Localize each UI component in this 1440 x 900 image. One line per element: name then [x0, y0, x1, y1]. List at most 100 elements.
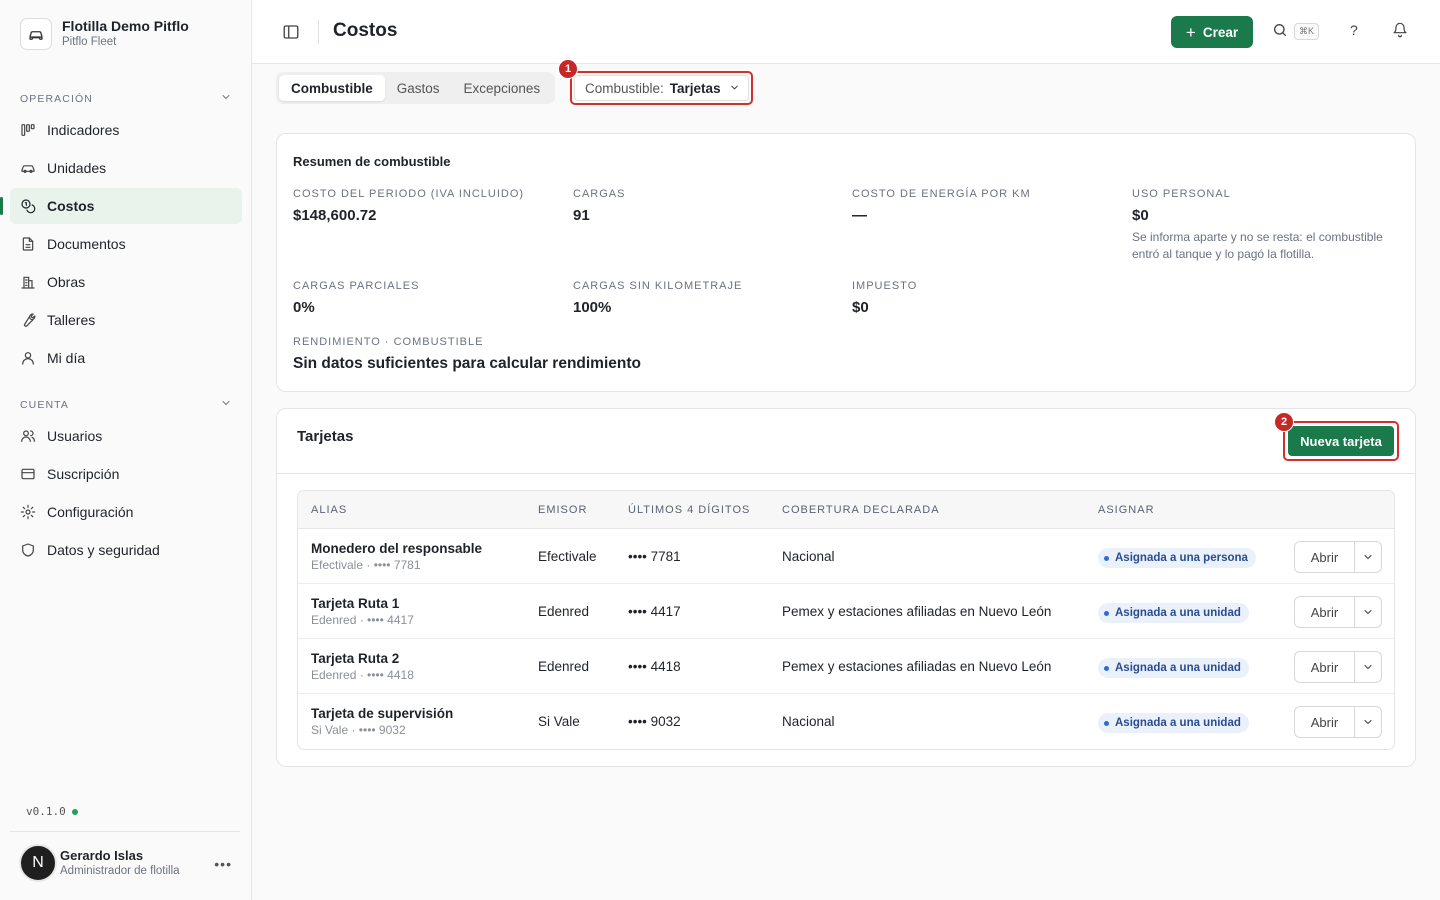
column-header[interactable]: ALIAS — [311, 504, 347, 516]
sidebar-item-indicadores[interactable]: Indicadores — [10, 112, 242, 148]
filter-prefix: Combustible: — [585, 80, 664, 96]
emisor-cell: Si Vale — [538, 714, 580, 729]
column-header[interactable]: COBERTURA DECLARADA — [782, 504, 940, 516]
tab-combustible[interactable]: Combustible — [279, 75, 385, 101]
summary-title: Resumen de combustible — [293, 154, 451, 169]
search-icon — [1272, 22, 1288, 41]
sidebar-item-usuarios[interactable]: Usuarios — [10, 418, 242, 454]
column-header[interactable]: EMISOR — [538, 504, 587, 516]
sidebar-item-documentos[interactable]: Documentos — [10, 226, 242, 262]
digits-cell: •••• 9032 — [628, 714, 681, 729]
open-button[interactable]: Abrir — [1295, 707, 1355, 737]
building-icon — [20, 274, 36, 290]
metric-label: CARGAS PARCIALES — [293, 280, 420, 292]
alias-name: Monedero del responsable — [311, 541, 483, 556]
emisor-cell: Edenred — [538, 604, 590, 619]
metric-impuesto: IMPUESTO $0 — [852, 280, 917, 316]
avatar: N — [19, 844, 57, 882]
alias-name: Tarjeta Ruta 1 — [311, 596, 400, 611]
metric-value: 0% — [293, 299, 315, 316]
metric-value: $148,600.72 — [293, 207, 377, 224]
sidebar-toggle-icon[interactable] — [282, 23, 300, 44]
pill-dot — [1104, 555, 1109, 561]
section-cuenta-label: CUENTA — [20, 398, 69, 411]
search-button[interactable]: ⌘K — [1272, 22, 1320, 41]
open-button[interactable]: Abrir — [1295, 597, 1355, 627]
sidebar-item-configuracion[interactable]: Configuración — [10, 494, 242, 530]
user-name: Gerardo Islas — [60, 847, 144, 863]
kanban-icon — [20, 122, 36, 138]
tab-gastos[interactable]: Gastos — [385, 75, 452, 101]
section-operacion[interactable]: OPERACIÓN — [20, 91, 232, 106]
tab-excepciones[interactable]: Excepciones — [452, 75, 553, 101]
column-header[interactable]: ASIGNAR — [1098, 504, 1155, 516]
assignment-label: Asignada a una persona — [1115, 552, 1248, 564]
bell-icon[interactable] — [1392, 22, 1408, 41]
chevron-down-icon[interactable] — [1355, 597, 1381, 627]
metric-cargas-sin-km: CARGAS SIN KILOMETRAJE 100% — [573, 280, 742, 316]
cobertura-cell: Pemex y estaciones afiliadas en Nuevo Le… — [782, 604, 1052, 619]
metric-value: 91 — [573, 207, 590, 224]
sidebar-item-mi-dia[interactable]: Mi día — [10, 340, 242, 376]
fuel-summary-card: Resumen de combustible COSTO DEL PERIODO… — [276, 133, 1416, 392]
metric-cargas: CARGAS 91 — [573, 188, 625, 224]
cobertura-cell: Nacional — [782, 549, 835, 564]
cards-table: ALIAS EMISOR ÚLTIMOS 4 DÍGITOS COBERTURA… — [297, 490, 1395, 750]
top-header: Costos + Crear ⌘K ? — [252, 0, 1440, 64]
sidebar-item-datos-seguridad[interactable]: Datos y seguridad — [10, 532, 242, 568]
new-card-button[interactable]: Nueva tarjeta — [1288, 426, 1394, 456]
sidebar-item-obras[interactable]: Obras — [10, 264, 242, 300]
create-button-label: Crear — [1202, 24, 1239, 40]
credit-card-icon — [20, 466, 36, 482]
metric-costo-energia-km: COSTO DE ENERGÍA POR KM — — [852, 188, 1031, 224]
create-button[interactable]: + Crear — [1171, 16, 1253, 48]
assignment-badge: Asignada a una unidad — [1098, 658, 1249, 678]
sidebar: Flotilla Demo Pitflo Pitflo Fleet OPERAC… — [0, 0, 252, 900]
car-icon — [20, 160, 36, 176]
emisor-cell: Efectivale — [538, 549, 597, 564]
nav-operacion: Indicadores Unidades Costos Documentos O… — [0, 112, 242, 378]
document-icon — [20, 236, 36, 252]
sidebar-item-label: Configuración — [47, 504, 134, 520]
chevron-down-icon[interactable] — [1355, 652, 1381, 682]
cards-title: Tarjetas — [297, 428, 354, 445]
sidebar-item-label: Datos y seguridad — [47, 542, 160, 558]
emisor-cell: Edenred — [538, 659, 590, 674]
sidebar-item-label: Mi día — [47, 350, 86, 366]
open-button[interactable]: Abrir — [1295, 652, 1355, 682]
sidebar-item-suscripcion[interactable]: Suscripción — [10, 456, 242, 492]
user-menu[interactable]: N Gerardo Islas Administrador de flotill… — [10, 831, 240, 882]
search-shortcut: ⌘K — [1294, 23, 1320, 40]
assignment-label: Asignada a una unidad — [1115, 607, 1241, 619]
assignment-label: Asignada a una unidad — [1115, 662, 1241, 674]
sidebar-item-unidades[interactable]: Unidades — [10, 150, 242, 186]
column-header[interactable]: ÚLTIMOS 4 DÍGITOS — [628, 504, 750, 516]
section-operacion-label: OPERACIÓN — [20, 92, 93, 105]
help-icon[interactable]: ? — [1350, 22, 1358, 38]
sidebar-item-label: Usuarios — [47, 428, 103, 444]
sidebar-item-costos[interactable]: Costos — [0, 188, 242, 224]
cobertura-cell: Nacional — [782, 714, 835, 729]
fuel-filter-dropdown[interactable]: Combustible: Tarjetas — [570, 71, 753, 105]
metric-label: COSTO DE ENERGÍA POR KM — [852, 188, 1031, 200]
users-icon — [20, 428, 36, 444]
chevron-down-icon — [220, 397, 232, 412]
open-split-button: Abrir — [1294, 596, 1382, 628]
metric-label: CARGAS SIN KILOMETRAJE — [573, 280, 743, 292]
org-switcher[interactable]: Flotilla Demo Pitflo Pitflo Fleet — [20, 18, 189, 50]
chevron-down-icon[interactable] — [1355, 542, 1381, 572]
sidebar-item-talleres[interactable]: Talleres — [10, 302, 242, 338]
header-divider — [318, 20, 319, 44]
metric-label: COSTO DEL PERIODO (IVA INCLUIDO) — [293, 188, 525, 200]
alias-cell: Tarjeta Ruta 2 Edenred · •••• 4418 — [311, 651, 414, 682]
more-options-icon[interactable]: ••• — [214, 856, 232, 872]
open-button[interactable]: Abrir — [1295, 542, 1355, 572]
metric-value: — — [852, 207, 867, 224]
chevron-down-icon[interactable] — [1355, 707, 1381, 737]
assignment-label: Asignada a una unidad — [1115, 717, 1241, 729]
section-cuenta[interactable]: CUENTA — [20, 397, 232, 412]
metric-label: USO PERSONAL — [1132, 188, 1231, 200]
user-role: Administrador de flotilla — [60, 864, 180, 877]
table-row: Tarjeta Ruta 2 Edenred · •••• 4418 Edenr… — [298, 639, 1394, 694]
metric-value: $0 — [1132, 207, 1149, 224]
